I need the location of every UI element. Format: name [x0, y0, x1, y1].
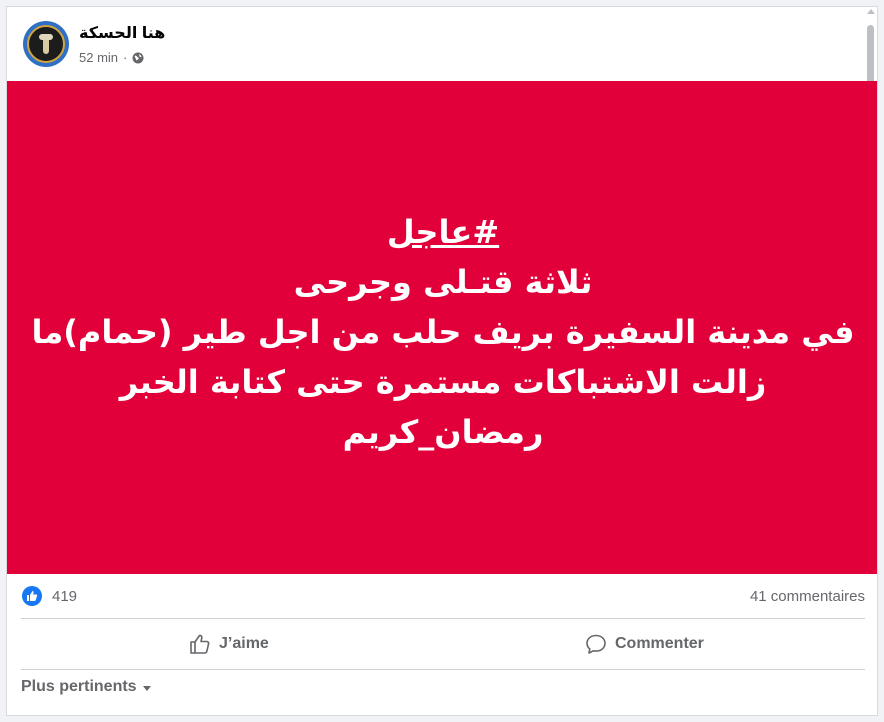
image-text-line: ثلاثة قتـلى وجرحى	[293, 263, 593, 301]
avatar[interactable]	[23, 21, 69, 67]
comment-button-label: Commenter	[615, 635, 704, 652]
like-button-label: J’aime	[219, 635, 269, 652]
reaction-count[interactable]: 419	[52, 588, 77, 605]
image-text-line: زالت الاشتباكات مستمرة حتى كتابة الخبر	[119, 363, 767, 401]
like-button[interactable]: J’aime	[189, 625, 269, 663]
scroll-up-arrow-icon[interactable]	[867, 9, 875, 14]
post-image[interactable]: #عاجل ثلاثة قتـلى وجرحى في مدينة السفيرة…	[7, 81, 877, 574]
post-meta: 52 min ·	[79, 50, 144, 65]
post-header: هنا الحسكة 52 min ·	[7, 7, 867, 81]
hashtag[interactable]: #عاجل	[7, 207, 877, 257]
post-actions: J’aime Commenter	[7, 619, 867, 669]
post-image-text: #عاجل ثلاثة قتـلى وجرحى في مدينة السفيرة…	[7, 207, 877, 457]
comments-sort-label: Plus pertinents	[21, 678, 137, 695]
image-text-line: رمضان_كريم	[342, 413, 544, 451]
post-card: هنا الحسكة 52 min · #عاجل ثلاثة قتـلى وج…	[6, 6, 878, 716]
divider	[21, 669, 865, 670]
comments-sort-dropdown[interactable]: Plus pertinents	[21, 678, 151, 696]
image-text-line: في مدينة السفيرة بريف حلب من اجل طير (حم…	[31, 313, 855, 351]
author-name[interactable]: هنا الحسكة	[79, 23, 165, 43]
globe-icon[interactable]	[132, 52, 144, 64]
chevron-down-icon	[142, 686, 151, 691]
post-stats: 419 41 commentaires	[7, 574, 867, 618]
like-reaction-icon[interactable]	[22, 586, 42, 606]
comment-icon	[586, 634, 606, 654]
post-time[interactable]: 52 min	[79, 50, 118, 65]
page-logo-icon	[27, 25, 65, 63]
comments-count[interactable]: 41 commentaires	[750, 588, 865, 605]
thumbs-up-icon	[190, 634, 210, 654]
comment-button[interactable]: Commenter	[585, 625, 704, 663]
